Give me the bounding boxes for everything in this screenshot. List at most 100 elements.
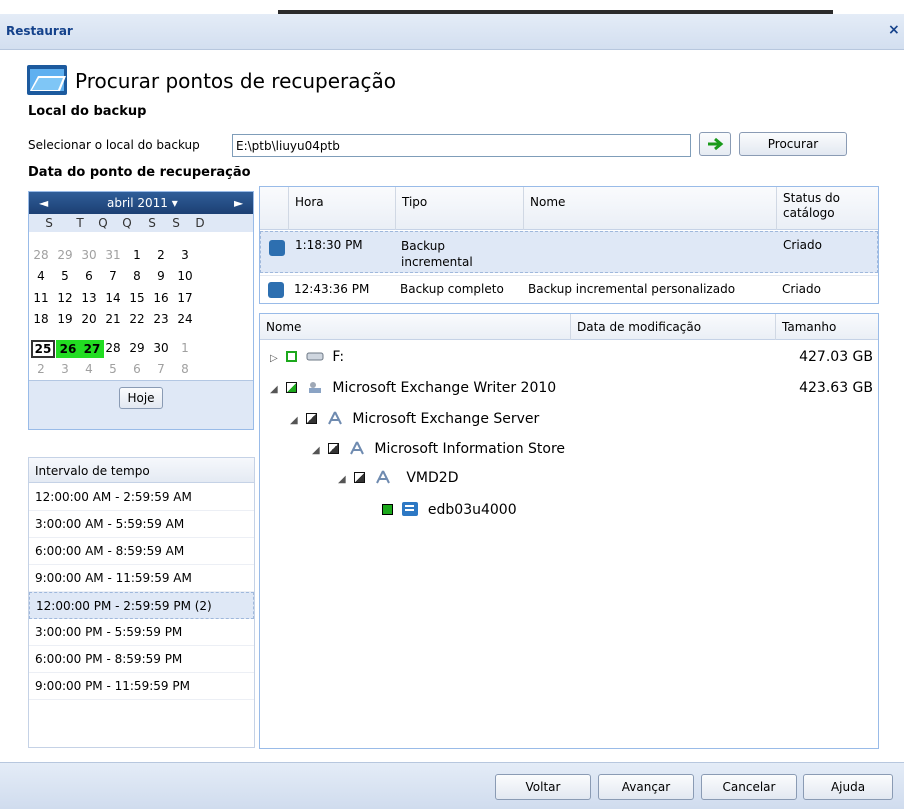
column-header-time[interactable]: Hora [288,187,395,230]
calendar-day[interactable]: 20 [77,312,101,326]
calendar-day[interactable]: 9 [149,269,173,283]
collapse-icon[interactable]: ◢ [338,474,350,485]
drive-icon [306,352,324,361]
calendar-day-selected[interactable]: 25 [31,340,55,358]
checkbox[interactable] [382,504,393,515]
checkbox[interactable] [286,382,298,393]
calendar-day[interactable]: 4 [29,269,53,283]
calendar-day[interactable]: 31 [101,248,125,262]
page-title: Procurar pontos de recuperação [75,69,397,93]
calendar-day[interactable]: 5 [53,269,77,283]
next-button[interactable]: Avançar [598,774,694,800]
calendar-day[interactable]: 30 [77,248,101,262]
calendar-day[interactable]: 21 [101,312,125,326]
calendar-day[interactable]: 4 [77,362,101,376]
column-header-type[interactable]: Tipo [395,187,523,230]
checkbox[interactable] [354,472,366,483]
time-range-item[interactable]: 3:00:00 PM - 5:59:59 PM [29,619,254,646]
calendar-day[interactable]: 3 [173,248,197,262]
calendar-day[interactable]: 28 [29,248,53,262]
calendar-day-has-backup[interactable]: 26 [56,340,80,358]
time-range-item[interactable]: 9:00:00 AM - 11:59:59 AM [29,565,254,592]
calendar-day[interactable]: 6 [125,362,149,376]
recovery-type: Backup incremental [401,239,473,269]
calendar-day[interactable]: 5 [101,362,125,376]
calendar-day[interactable]: 1 [125,248,149,262]
time-range-item-selected[interactable]: 12:00:00 PM - 2:59:59 PM (2) [29,592,254,619]
tree-node-information-store[interactable]: ◢ Microsoft Information Store [312,441,565,457]
collapse-icon[interactable]: ◢ [312,445,324,456]
recovery-point-row[interactable]: 12:43:36 PM Backup completo Backup incre… [260,275,878,303]
calendar-day[interactable]: 10 [173,269,197,283]
weekday-label: T [76,216,84,230]
column-header-catalog-status[interactable]: Status do catálogo [776,187,878,230]
time-range-item[interactable]: 6:00:00 AM - 8:59:59 AM [29,538,254,565]
restore-dialog: Restaurar × Procurar pontos de recuperaç… [0,0,904,809]
next-month-icon[interactable]: ► [234,196,243,210]
go-button[interactable] [699,132,731,156]
calendar-day[interactable]: 22 [125,312,149,326]
calendar-header: ◄ abril 2011 ▾ ► [29,192,253,214]
checkbox[interactable] [286,351,298,362]
collapse-icon[interactable]: ◢ [270,384,282,395]
close-icon[interactable]: × [888,22,904,38]
calendar-day[interactable]: 1 [173,341,197,355]
calendar-day[interactable]: 8 [173,362,197,376]
calendar-day[interactable]: 30 [149,341,173,355]
month-selector[interactable]: abril 2011 ▾ [107,196,178,210]
database-icon [402,502,419,516]
tree-node-database[interactable]: edb03u4000 [382,502,517,518]
calendar-day[interactable]: 12 [53,291,77,305]
time-range-item[interactable]: 6:00:00 PM - 8:59:59 PM [29,646,254,673]
column-header-name[interactable]: Nome [523,187,776,230]
column-header-modified[interactable]: Data de modificação [570,314,775,340]
calendar-day[interactable]: 19 [53,312,77,326]
checkbox[interactable] [306,413,318,424]
calendar-day[interactable]: 15 [125,291,149,305]
tree-node-drive[interactable]: ▷ F: [270,349,344,365]
calendar-day[interactable]: 28 [101,341,125,355]
dialog-titlebar: Restaurar × [0,14,904,50]
node-label: Microsoft Exchange Server [352,411,540,427]
today-button[interactable]: Hoje [119,387,163,409]
time-range-item[interactable]: 9:00:00 PM - 11:59:59 PM [29,673,254,700]
expand-icon[interactable]: ▷ [270,353,282,364]
select-location-label: Selecionar o local do backup [28,138,200,152]
calendar-day[interactable]: 18 [29,312,53,326]
prev-month-icon[interactable]: ◄ [39,196,48,210]
time-range-item[interactable]: 3:00:00 AM - 5:59:59 AM [29,511,254,538]
calendar-day[interactable]: 7 [101,269,125,283]
browse-button[interactable]: Procurar [739,132,847,156]
column-header-name[interactable]: Nome [260,314,570,340]
calendar-day[interactable]: 17 [173,291,197,305]
checkbox[interactable] [328,443,340,454]
calendar-day[interactable]: 2 [29,362,53,376]
time-range-list: Intervalo de tempo 12:00:00 AM - 2:59:59… [28,457,255,748]
help-button[interactable]: Ajuda [803,774,893,800]
calendar-day[interactable]: 7 [149,362,173,376]
calendar-day[interactable]: 11 [29,291,53,305]
cancel-button[interactable]: Cancelar [701,774,797,800]
back-button[interactable]: Voltar [495,774,591,800]
calendar-day[interactable]: 8 [125,269,149,283]
time-range-item[interactable]: 12:00:00 AM - 2:59:59 AM [29,484,254,511]
restore-tree: Nome Data de modificação Tamanho ▷ F: 42… [259,313,879,749]
calendar-day[interactable]: 2 [149,248,173,262]
tree-node-exchange-server[interactable]: ◢ Microsoft Exchange Server [290,411,539,427]
backup-path-input[interactable]: E:\ptb\liuyu04ptb [232,134,691,157]
calendar-day[interactable]: 6 [77,269,101,283]
calendar-day[interactable]: 29 [53,248,77,262]
tree-node-storage-group[interactable]: ◢ VMD2D [338,470,458,486]
recovery-point-row[interactable]: 1:18:30 PM Backup incremental Criado [260,231,878,273]
calendar-day[interactable]: 3 [53,362,77,376]
column-header-size[interactable]: Tamanho [775,314,855,340]
calendar-day[interactable]: 16 [149,291,173,305]
calendar-day[interactable]: 29 [125,341,149,355]
weekday-label: Q [98,216,108,230]
calendar-day[interactable]: 24 [173,312,197,326]
calendar-day[interactable]: 13 [77,291,101,305]
calendar-day[interactable]: 14 [101,291,125,305]
calendar-day[interactable]: 23 [149,312,173,326]
tree-node-exchange-writer[interactable]: ◢ Microsoft Exchange Writer 2010 [270,380,556,396]
collapse-icon[interactable]: ◢ [290,415,302,426]
